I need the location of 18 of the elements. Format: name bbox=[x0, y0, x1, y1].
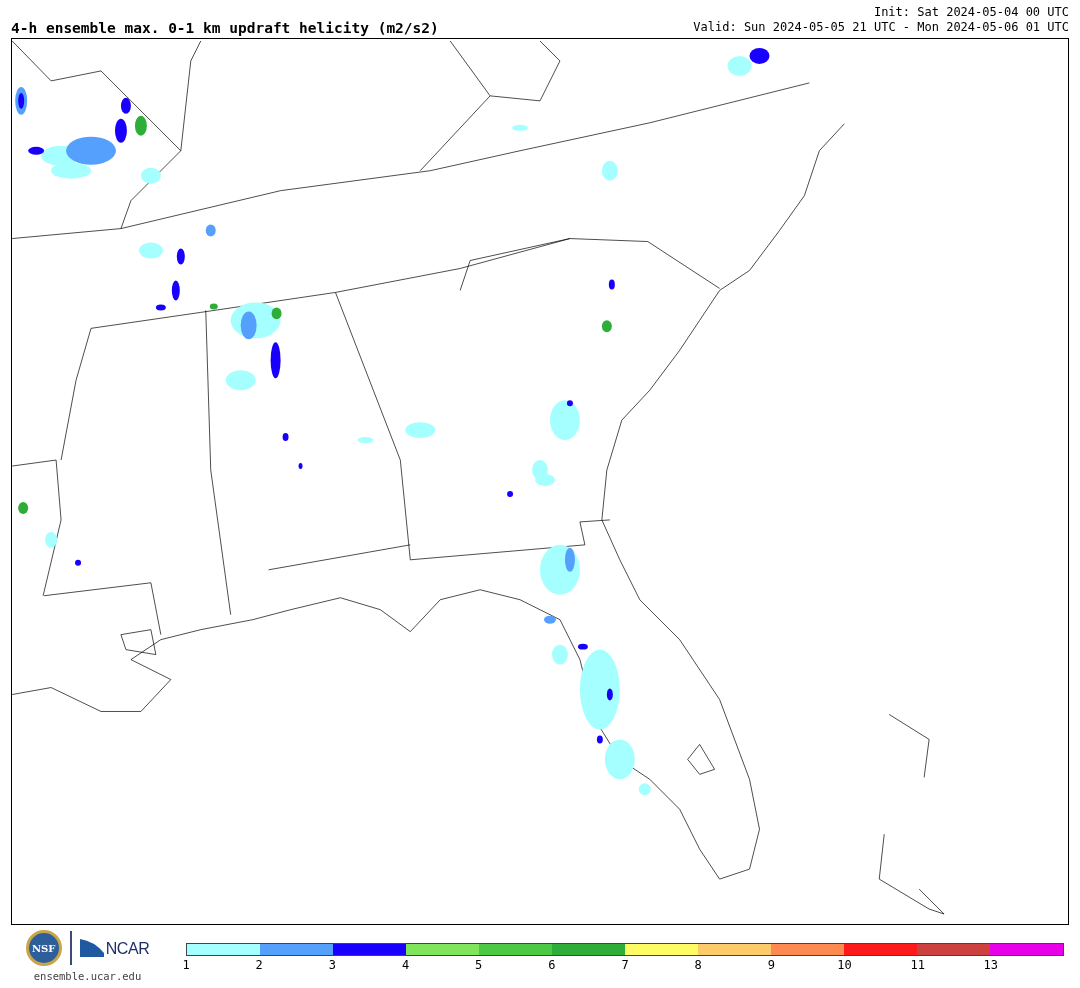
colorbar-tick-label: 1 bbox=[182, 959, 190, 971]
nsf-logo: NSF bbox=[25, 930, 62, 966]
ncar-logo: NCAR bbox=[79, 939, 150, 957]
colorbar-tick-label: 8 bbox=[694, 959, 702, 971]
init-time: Init: Sat 2024-05-04 00 UTC bbox=[873, 5, 1069, 20]
colorbar-tick-label: 6 bbox=[548, 959, 556, 971]
colorbar-tick-label: 9 bbox=[767, 959, 775, 971]
colorbar-tick-label: 13 bbox=[983, 959, 999, 971]
colorbar-tick-label: 4 bbox=[401, 959, 410, 971]
colorbar-tick-label: 5 bbox=[475, 959, 483, 971]
colorbar-tick-label: 10 bbox=[837, 959, 852, 971]
colorbar-tick-label: 3 bbox=[328, 959, 336, 971]
colorbar-tick-label: 11 bbox=[910, 959, 925, 971]
valid-time: Valid: Sun 2024-05-05 21 UTC - Mon 2024-05-06 01 UTC bbox=[693, 20, 1069, 35]
colorbar-tick-label: 2 bbox=[255, 959, 263, 971]
website-url: ensemble.ucar.edu bbox=[33, 969, 142, 984]
map-title: 4-h ensemble max. 0-1 km updraft helicity (m2/s2) bbox=[11, 20, 439, 35]
colorbar-tick-label: 7 bbox=[621, 959, 629, 971]
